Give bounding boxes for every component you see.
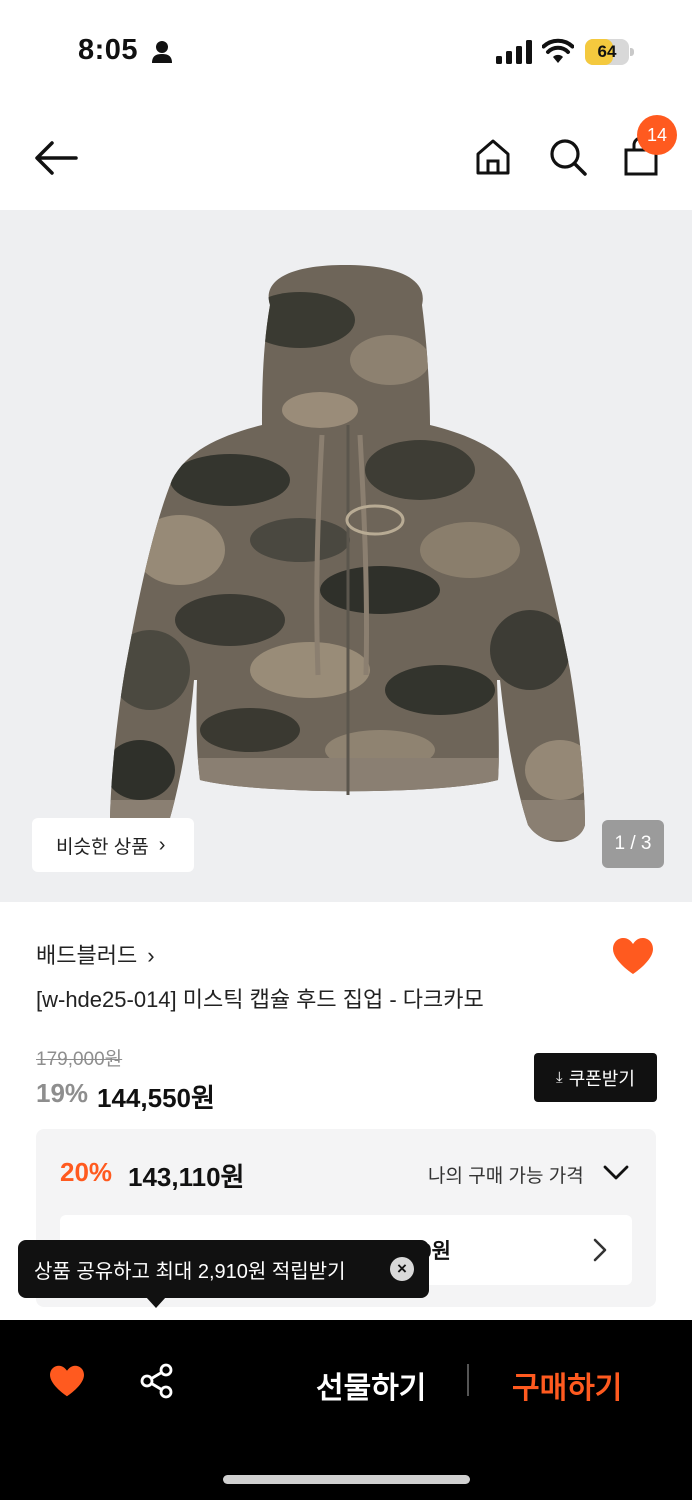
search-icon[interactable] — [545, 134, 591, 180]
sale-price: 144,550원 — [97, 1083, 215, 1113]
tooltip-tail — [146, 1297, 166, 1308]
person-icon — [152, 41, 172, 63]
top-nav — [0, 100, 692, 210]
share-icon[interactable] — [138, 1362, 176, 1400]
close-icon[interactable]: × — [390, 1257, 414, 1281]
chevron-down-icon[interactable] — [602, 1161, 630, 1183]
battery-icon: 64 — [585, 39, 635, 65]
brand-link[interactable]: 배드블러드 › — [36, 938, 155, 970]
image-counter: 1 / 3 — [602, 820, 664, 868]
chevron-right-icon — [593, 1238, 607, 1262]
similar-products-label: 비슷한 상품 — [56, 836, 149, 858]
like-heart-icon[interactable] — [48, 1364, 86, 1398]
chevron-right-icon: › — [147, 943, 155, 968]
brand-name: 배드블러드 — [36, 943, 138, 968]
discount-rate: 19% — [36, 1078, 89, 1108]
back-arrow-icon[interactable] — [32, 138, 80, 178]
share-reward-tooltip: 상품 공유하고 최대 2,910원 적립받기 × — [18, 1240, 429, 1298]
coupon-download-button[interactable]: ⤓ 쿠폰받기 — [534, 1053, 657, 1102]
status-bar: 8:05 64 — [0, 0, 692, 100]
original-price: 179,000원 — [36, 1049, 123, 1070]
my-discount-rate: 20% — [60, 1157, 113, 1187]
product-image[interactable] — [0, 210, 692, 902]
product-title: [w-hde25-014] 미스틱 캡슐 후드 집업 - 다크카모 — [36, 987, 484, 1012]
tooltip-text: 상품 공유하고 최대 2,910원 적립받기 — [34, 1260, 346, 1283]
download-icon: ⤓ — [556, 1069, 563, 1086]
home-icon[interactable] — [470, 134, 516, 180]
divider — [467, 1364, 469, 1396]
wifi-icon — [542, 38, 574, 63]
similar-products-button[interactable]: 비슷한 상품 › — [32, 818, 194, 872]
signal-icon — [496, 40, 532, 64]
like-heart-icon[interactable] — [611, 936, 655, 976]
cart-count-badge: 14 — [637, 115, 677, 155]
bottom-action-bar: 선물하기 구매하기 — [0, 1320, 692, 1500]
my-price-label[interactable]: 나의 구매 가능 가격 — [428, 1161, 584, 1188]
gift-button[interactable]: 선물하기 — [316, 1363, 426, 1407]
my-price: 143,110원 — [128, 1162, 245, 1192]
buy-button[interactable]: 구매하기 — [512, 1363, 622, 1407]
chevron-right-icon: › — [158, 833, 166, 856]
home-indicator — [223, 1475, 470, 1484]
battery-level: 64 — [597, 42, 617, 61]
camo-hoodie-image — [110, 265, 585, 842]
coupon-label: 쿠폰받기 — [568, 1068, 635, 1089]
status-time: 8:05 — [78, 34, 139, 66]
